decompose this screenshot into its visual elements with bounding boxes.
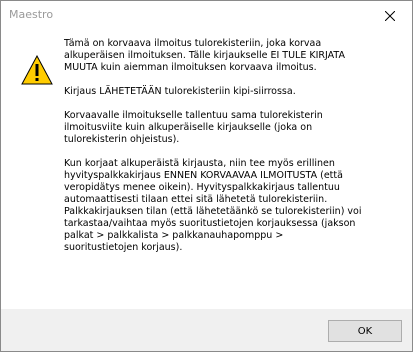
close-button[interactable] <box>367 1 412 31</box>
message-text: Tämä on korvaava ilmoitus tulorekisterii… <box>64 38 394 266</box>
message-paragraph: Tämä on korvaava ilmoitus tulorekisterii… <box>64 38 345 73</box>
close-icon <box>384 11 395 21</box>
dialog-window: Maestro Tämä on korvaava ilmoitus tulore… <box>0 0 413 352</box>
window-title: Maestro <box>9 8 54 21</box>
button-bar: OK <box>1 309 412 351</box>
warning-icon <box>21 55 53 85</box>
ok-button[interactable]: OK <box>328 320 402 342</box>
message-paragraph: Kirjaus LÄHETETÄÄN tulorekisteriin kipi-… <box>64 86 296 97</box>
title-bar[interactable]: Maestro <box>1 1 412 31</box>
message-paragraph: Kun korjaat alkuperäistä kirjausta, niin… <box>64 158 362 253</box>
message-paragraph: Korvaavalle ilmoitukselle tallentuu sama… <box>64 110 323 145</box>
